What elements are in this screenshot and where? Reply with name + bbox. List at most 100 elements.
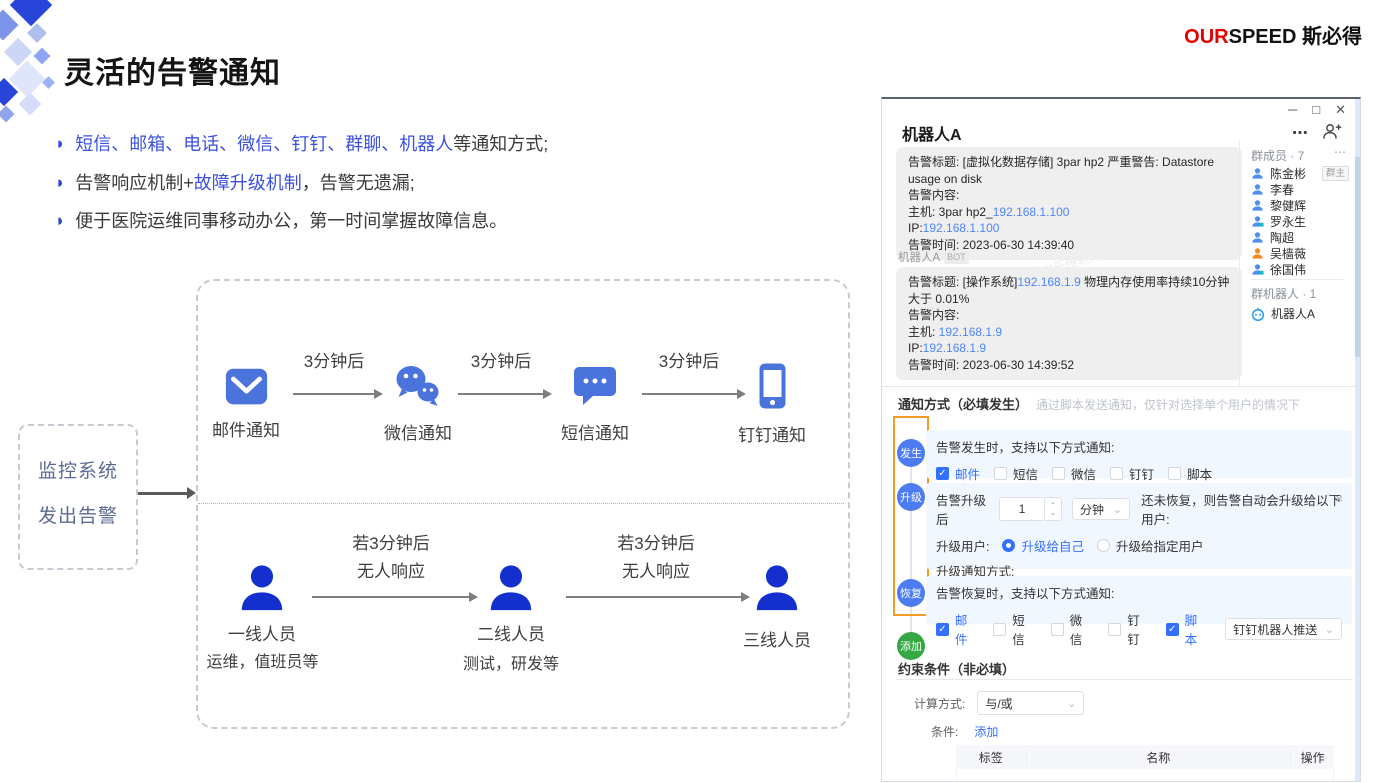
checkbox-icon[interactable]: [1108, 623, 1121, 636]
msg2-title-ip-link[interactable]: 192.168.1.9: [1017, 275, 1080, 289]
member-row[interactable]: 陈金彬 群主: [1251, 165, 1349, 182]
checkbox-sms[interactable]: 短信: [994, 464, 1038, 483]
checkbox-sms[interactable]: 短信: [993, 610, 1036, 648]
bullet-1: ◗ 短信、邮箱、电话、微信、钉钉、群聊、机器人等通知方式;: [55, 130, 548, 156]
chat-app-window: ─ □ ✕ 机器人A ⋯ 徐国伟@乐维软件 徐国伟@乐维软件 告警标题: [虚拟…: [881, 97, 1361, 782]
members-more-icon[interactable]: ⋯: [1334, 145, 1346, 159]
member-row[interactable]: 吴樯薇: [1251, 245, 1349, 262]
bullet-3: ◗ 便于医院运维同事移动办公，第一时间掌握故障信息。: [55, 207, 507, 233]
alert-message-2: 告警标题: [操作系统]192.168.1.9 物理内存使用率持续10分钟大于 …: [896, 267, 1242, 380]
upgrade-prefix: 告警升级后: [936, 490, 991, 528]
robot-row[interactable]: 机器人A: [1251, 305, 1349, 322]
stepper-down-icon[interactable]: ⌄: [1050, 509, 1057, 516]
remove-upgrade-icon[interactable]: ×: [1335, 491, 1343, 506]
msg1-host-ip-link[interactable]: 192.168.1.100: [993, 205, 1070, 219]
add-condition-link[interactable]: 添加: [974, 723, 998, 740]
sms-icon: [572, 365, 618, 407]
recover-row-text: 告警恢复时，支持以下方式通知:: [936, 583, 1342, 602]
step-label-sms: 短信通知: [545, 419, 645, 444]
crescent-bullet-icon: ◗: [55, 174, 65, 191]
checkbox-script[interactable]: ✓脚本: [1166, 610, 1209, 648]
minimize-icon[interactable]: ─: [1288, 102, 1297, 118]
member-name: 吴樯薇: [1270, 245, 1306, 262]
radio-selected-icon[interactable]: [1002, 539, 1015, 552]
checkbox-script[interactable]: 脚本: [1168, 464, 1212, 483]
robot-name: 机器人A: [1271, 305, 1315, 322]
checkbox-email[interactable]: ✓邮件: [936, 610, 979, 648]
msg2-time-value: 2023-06-30 14:39:52: [963, 358, 1074, 372]
script-select[interactable]: 钉钉机器人推送⌄: [1225, 618, 1342, 640]
member-name: 陶超: [1270, 229, 1294, 246]
checkbox-icon[interactable]: [994, 467, 1007, 480]
close-window-icon[interactable]: ✕: [1335, 102, 1346, 118]
escalate-label-2: 若3分钟后 无人响应: [595, 530, 717, 586]
radio-upgrade-self[interactable]: 升级给自己: [1002, 536, 1084, 555]
escalate-label-2-line2: 无人响应: [595, 558, 717, 586]
bot-badge: BOT: [944, 251, 969, 264]
checkbox-checked-icon[interactable]: ✓: [936, 623, 949, 636]
msg2-ip-link[interactable]: 192.168.1.9: [923, 341, 986, 355]
arrow-label-3: 3分钟后: [648, 347, 730, 372]
checkbox-icon[interactable]: [1052, 467, 1065, 480]
radio-upgrade-assign[interactable]: 升级给指定用户: [1097, 536, 1204, 555]
step-label-wechat: 微信通知: [368, 419, 468, 444]
member-icon: [1251, 183, 1264, 196]
member-row[interactable]: 黎健辉: [1251, 197, 1349, 214]
stage-badge-upgrade: 升级: [897, 483, 925, 511]
checkbox-wechat[interactable]: 微信: [1051, 610, 1094, 648]
members-divider: [1251, 279, 1343, 280]
member-row[interactable]: 陶超: [1251, 229, 1349, 246]
number-stepper[interactable]: ⌃⌄: [1045, 497, 1062, 521]
msg2-title-label: 告警标题:: [908, 275, 963, 289]
member-row[interactable]: 李春: [1251, 181, 1349, 198]
chevron-down-icon: ⌄: [1325, 623, 1334, 636]
radio-icon[interactable]: [1097, 539, 1110, 552]
checkbox-checked-icon[interactable]: ✓: [1166, 623, 1179, 636]
company-logo: OURSPEED 斯必得: [1184, 20, 1362, 49]
checkbox-icon[interactable]: [1168, 467, 1181, 480]
condition-label: 条件:: [931, 723, 958, 740]
checkbox-checked-icon[interactable]: ✓: [936, 467, 949, 480]
upgrade-row: 告警升级后 1 ⌃⌄ 分钟⌄ 还未恢复，则告警自动会升级给以下用户: × 升级用…: [926, 483, 1352, 569]
monitor-system-box: 监控系统 发出告警: [18, 424, 138, 570]
occur-row-text: 告警发生时，支持以下方式通知:: [936, 437, 1342, 456]
member-row[interactable]: 罗永生: [1251, 213, 1349, 230]
member-icon-mobile: [1251, 247, 1264, 260]
occur-row: 告警发生时，支持以下方式通知: ✓邮件 短信 微信 钉钉 脚本: [926, 430, 1352, 478]
checkbox-icon[interactable]: [1051, 623, 1064, 636]
stage-badge-recover: 恢复: [897, 579, 925, 607]
add-stage-button[interactable]: 添加: [897, 632, 925, 660]
checkbox-email[interactable]: ✓邮件: [936, 464, 980, 483]
checkbox-dingtalk[interactable]: 钉钉: [1108, 610, 1151, 648]
maximize-icon[interactable]: □: [1312, 102, 1320, 118]
upgrade-user-label: 升级用户:: [936, 536, 989, 555]
chat-more-icon[interactable]: ⋯: [1292, 123, 1308, 143]
calc-method-select[interactable]: 与/或⌄: [977, 691, 1084, 715]
checkbox-wechat[interactable]: 微信: [1052, 464, 1096, 483]
checkbox-icon[interactable]: [1110, 467, 1123, 480]
escalate-arrow-2: [566, 596, 742, 598]
alert-message-1: 告警标题: [虚拟化数据存储] 3par hp2 严重警告: Datastore…: [896, 147, 1242, 260]
stage-badge-occur: 发生: [897, 439, 925, 467]
add-member-icon[interactable]: [1322, 123, 1342, 140]
msg1-ip-label: IP:: [908, 221, 923, 235]
upgrade-delay-input[interactable]: 1: [999, 497, 1045, 521]
checkbox-dingtalk[interactable]: 钉钉: [1110, 464, 1154, 483]
msg2-host-ip-link[interactable]: 192.168.1.9: [939, 325, 1002, 339]
arrow-label-2: 3分钟后: [460, 347, 542, 372]
flow-arrow-3: [642, 393, 738, 395]
sender-name: 机器人A: [898, 249, 940, 265]
scrollbar[interactable]: [1355, 99, 1360, 781]
member-row[interactable]: 徐国伟: [1251, 261, 1349, 278]
unit-select[interactable]: 分钟⌄: [1072, 498, 1130, 520]
scrollbar-thumb[interactable]: [1355, 157, 1360, 357]
person-icon-tier2: [486, 563, 536, 613]
bullet-2-highlight: 故障升级机制: [194, 173, 302, 193]
tier3-title: 三线人员: [727, 626, 827, 651]
msg1-ip-link[interactable]: 192.168.1.100: [923, 221, 1000, 235]
flow-divider: [198, 503, 844, 504]
checkbox-icon[interactable]: [993, 623, 1006, 636]
conditions-table: 标签 名称 操作: [956, 745, 1334, 783]
bullet-2: ◗ 告警响应机制+故障升级机制，告警无遗漏;: [55, 169, 415, 195]
member-icon: [1251, 167, 1264, 180]
